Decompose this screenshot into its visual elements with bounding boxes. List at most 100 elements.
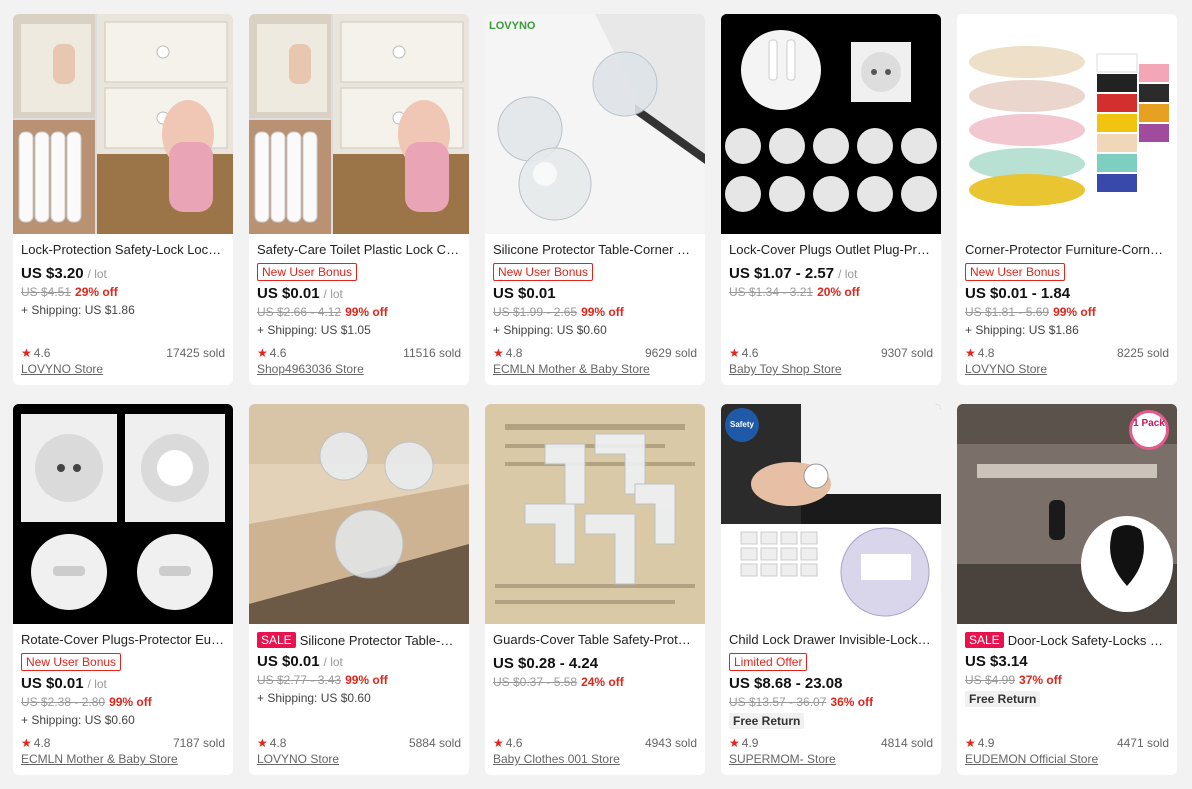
star-icon: ★ [965,346,976,360]
star-icon: ★ [493,346,504,360]
original-price-row: US $1.81 - 5.69 99% off [965,305,1096,319]
star-icon: ★ [257,736,268,750]
discount: 20% off [817,285,860,299]
store-link[interactable]: Baby Toy Shop Store [729,361,933,377]
store-link[interactable]: Baby Clothes 001 Store [493,751,697,767]
pack-badge: 1 Pack [1129,410,1169,450]
shipping: + Shipping: US $1.86 [965,323,1079,337]
new-user-bonus-badge: New User Bonus [257,263,358,281]
product-title[interactable]: Safety-Care Toilet Plastic Lock Cupboard [257,242,461,258]
product-title[interactable]: Rotate-Cover Plugs-Protector Eu-Power [21,632,225,648]
shipping: + Shipping: US $1.86 [21,303,135,317]
star-icon: ★ [21,736,32,750]
sold-count: 4471 sold [1116,736,1169,750]
rating: ★ 4.6 [21,346,51,360]
rating: ★ 4.8 [965,346,995,360]
product-card[interactable]: Lock-Cover Plugs Outlet Plug-Protector U… [721,14,941,385]
product-image[interactable] [721,14,941,234]
rating: ★ 4.8 [21,736,51,750]
shipping: + Shipping: US $1.05 [257,323,371,337]
price: US $3.20/ lot [21,265,107,282]
brand-logo: LOVYNO [489,20,536,32]
discount: 99% off [581,305,624,319]
rating: ★ 4.6 [493,736,523,750]
price: US $0.01/ lot [257,653,343,670]
discount: 99% off [1053,305,1096,319]
new-user-bonus-badge: New User Bonus [493,263,594,281]
original-price-row: US $2.66 - 4.12 99% off [257,305,388,319]
product-image[interactable]: Safety [721,404,941,624]
store-link[interactable]: LOVYNO Store [21,361,225,377]
store-link[interactable]: LOVYNO Store [257,751,461,767]
star-icon: ★ [257,346,268,360]
discount: 29% off [75,285,118,299]
price: US $0.01/ lot [257,285,343,302]
star-icon: ★ [965,736,976,750]
original-price-row: US $4.99 37% off [965,673,1062,687]
product-image[interactable] [249,404,469,624]
product-image[interactable]: LOVYNO [485,14,705,234]
product-title[interactable]: Lock-Cover Plugs Outlet Plug-Protector [729,242,933,258]
product-card[interactable]: Safety-Care Toilet Plastic Lock Cupboard… [249,14,469,385]
safety-badge-icon: Safety [725,408,759,442]
product-title[interactable]: Silicone Protector Table-Corner Baby [493,242,697,258]
price: US $3.14 [965,653,1028,670]
sold-count: 4814 sold [880,736,933,750]
sale-badge: SALE [257,632,296,648]
original-price-row: US $2.38 - 2.80 99% off [21,695,152,709]
product-card[interactable]: Safety Child Lock Drawer Invisible-Lock … [721,404,941,775]
original-price-row: US $1.99 - 2.65 99% off [493,305,624,319]
rating: ★ 4.6 [729,346,759,360]
product-image[interactable]: 1 Pack [957,404,1177,624]
product-title[interactable]: Lock-Protection Safety-Lock Locking Cabi… [21,242,225,258]
product-title[interactable]: SALEDoor-Lock Safety-Locks Drawer [965,632,1169,649]
product-card[interactable]: Rotate-Cover Plugs-Protector Eu-Power Ne… [13,404,233,775]
free-return-tag: Free Return [965,691,1041,707]
star-icon: ★ [729,736,740,750]
sold-count: 11516 sold [403,346,461,360]
store-link[interactable]: EUDEMON Official Store [965,751,1169,767]
product-image[interactable] [249,14,469,234]
product-card[interactable]: Guards-Cover Table Safety-Protector US $… [485,404,705,775]
shipping: + Shipping: US $0.60 [257,691,371,705]
store-link[interactable]: ECMLN Mother & Baby Store [21,751,225,767]
sold-count: 17425 sold [166,346,225,360]
product-card[interactable]: Lock-Protection Safety-Lock Locking Cabi… [13,14,233,385]
price: US $8.68 - 23.08 [729,675,843,692]
product-image[interactable] [957,14,1177,234]
product-title[interactable]: Corner-Protector Furniture-Corner-Edge [965,242,1169,258]
rating: ★ 4.9 [965,736,995,750]
product-title[interactable]: Child Lock Drawer Invisible-Lock Baby [729,632,933,648]
product-title[interactable]: SALESilicone Protector Table-Corner [257,632,461,649]
store-link[interactable]: SUPERMOM- Store [729,751,933,767]
product-card[interactable]: 1 Pack SALEDoor-Lock Safety-Locks Drawer… [957,404,1177,775]
product-card[interactable]: SALESilicone Protector Table-Corner US $… [249,404,469,775]
discount: 37% off [1019,673,1062,687]
product-image[interactable] [13,404,233,624]
shipping: + Shipping: US $0.60 [21,713,135,727]
star-icon: ★ [21,346,32,360]
price: US $1.07 - 2.57/ lot [729,265,858,282]
discount: 99% off [109,695,152,709]
star-icon: ★ [729,346,740,360]
sold-count: 5884 sold [408,736,461,750]
discount: 24% off [581,675,624,689]
product-title[interactable]: Guards-Cover Table Safety-Protector [493,632,697,648]
store-link[interactable]: Shop4963036 Store [257,361,461,377]
discount: 99% off [345,673,388,687]
rating: ★ 4.8 [257,736,287,750]
sold-count: 9307 sold [880,346,933,360]
store-link[interactable]: LOVYNO Store [965,361,1169,377]
limited-offer-badge: Limited Offer [729,653,808,671]
product-image[interactable] [13,14,233,234]
discount: 36% off [830,695,874,709]
sold-count: 7187 sold [172,736,225,750]
product-card[interactable]: Corner-Protector Furniture-Corner-Edge N… [957,14,1177,385]
store-link[interactable]: ECMLN Mother & Baby Store [493,361,697,377]
free-return-tag: Free Return [729,713,805,729]
star-icon: ★ [493,736,504,750]
product-image[interactable] [485,404,705,624]
sold-count: 9629 sold [644,346,697,360]
discount: 99% off [345,305,388,319]
product-card[interactable]: LOVYNO Silicone Protector Table-Corner B… [485,14,705,385]
